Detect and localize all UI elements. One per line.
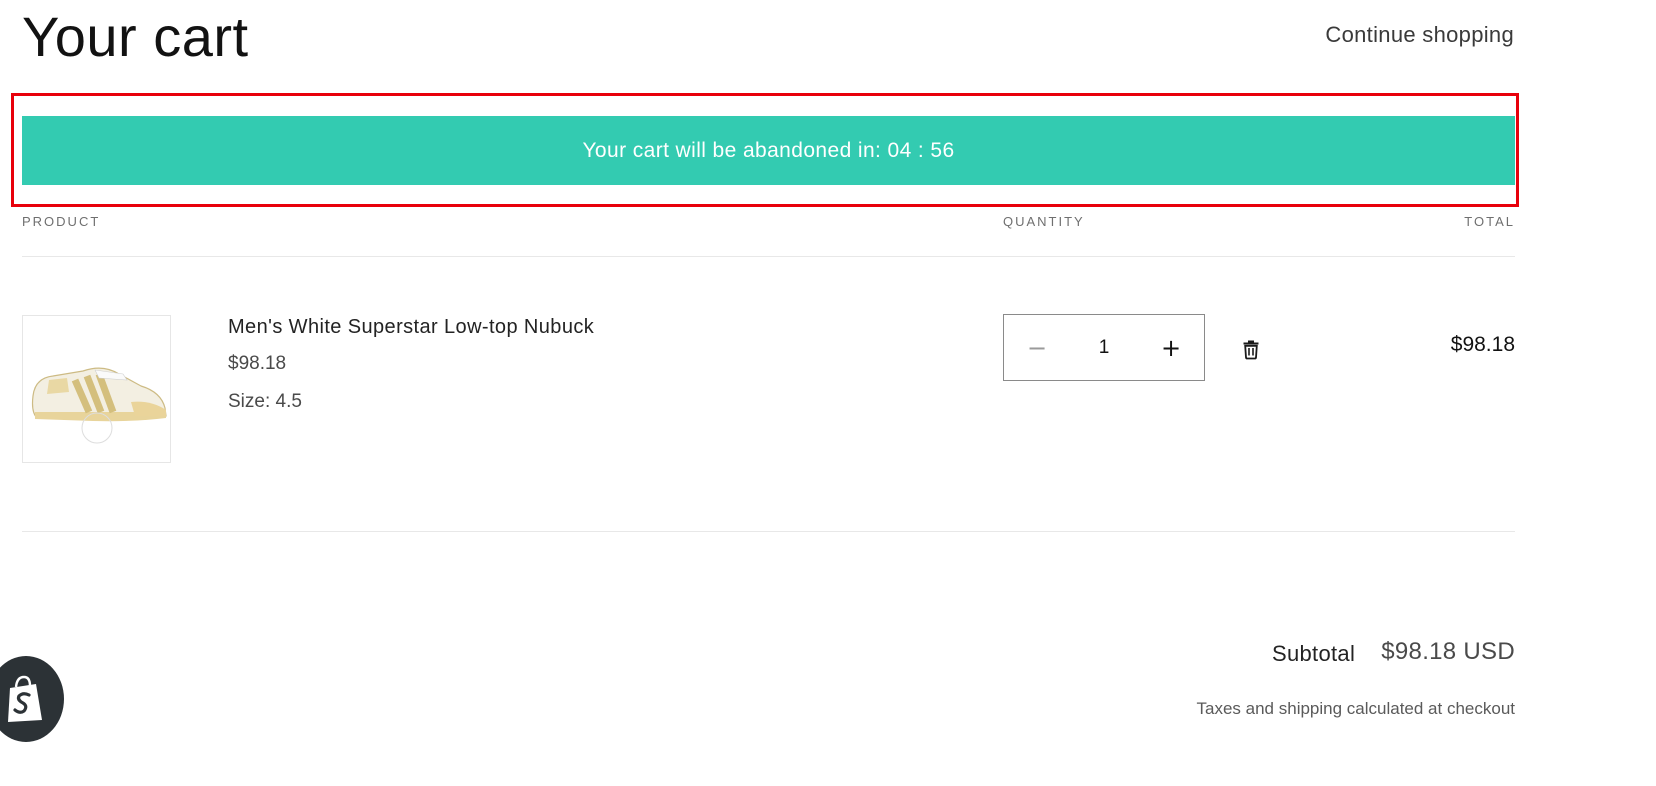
shopify-bag-icon	[8, 675, 42, 722]
abandon-timer-text: Your cart will be abandoned in: 04 : 56	[582, 138, 955, 162]
product-image[interactable]	[22, 315, 171, 463]
product-size: Size: 4.5	[228, 391, 302, 412]
subtotal-label: Subtotal	[1272, 641, 1356, 666]
increase-quantity-button[interactable]: +	[1138, 315, 1204, 380]
shopify-badge-button[interactable]	[0, 656, 64, 742]
trash-icon	[1243, 340, 1259, 360]
product-unit-price: $98.18	[228, 353, 287, 374]
column-header-quantity: QUANTITY	[1003, 214, 1085, 229]
abandon-timer-banner: Your cart will be abandoned in: 04 : 56	[22, 116, 1515, 185]
column-header-product: PRODUCT	[22, 214, 101, 229]
header-divider	[22, 256, 1515, 257]
page-title: Your cart	[22, 5, 249, 68]
tax-shipping-note: Taxes and shipping calculated at checkou…	[1196, 699, 1515, 718]
remove-item-button[interactable]	[1239, 337, 1263, 361]
continue-shopping-link[interactable]: Continue shopping	[1280, 22, 1514, 48]
quantity-stepper: − +	[1003, 314, 1205, 381]
sneaker-image	[31, 367, 167, 444]
decrease-quantity-button[interactable]: −	[1004, 315, 1070, 380]
line-item-total: $98.18	[1450, 333, 1515, 356]
subtotal-value: $98.18 USD	[1381, 638, 1515, 665]
items-divider	[22, 531, 1515, 532]
quantity-input[interactable]	[1072, 335, 1136, 360]
column-header-total: TOTAL	[1464, 214, 1515, 229]
product-name[interactable]: Men's White Superstar Low-top Nubuck	[228, 316, 594, 339]
